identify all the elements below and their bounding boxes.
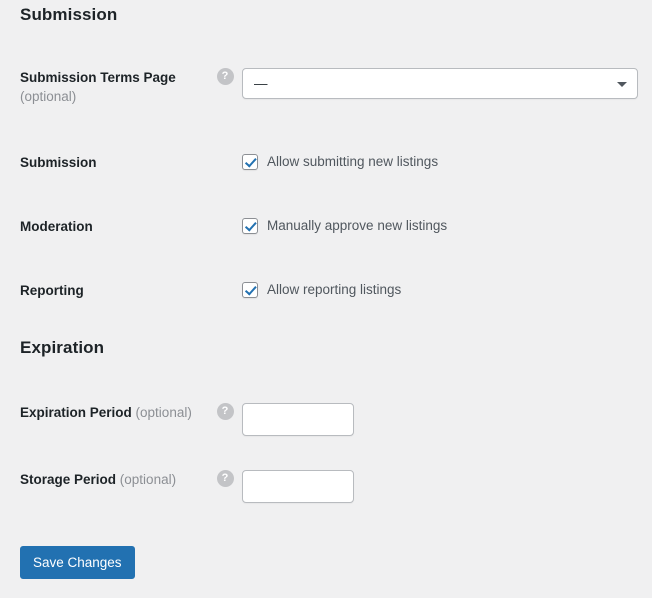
checkbox-line-reporting: Allow reporting listings (242, 281, 638, 298)
help-wrap-expiration-period: ? (208, 403, 242, 420)
label-expiration-period-text: Expiration Period (20, 405, 132, 420)
checkbox-allow-reporting[interactable] (242, 282, 258, 298)
label-reporting: Reporting (0, 281, 208, 300)
label-submission-terms-page-text: Submission Terms Page (20, 70, 176, 85)
help-icon[interactable]: ? (217, 470, 234, 487)
label-submission-terms-page-optional: (optional) (20, 87, 202, 106)
checkbox-line-submission: Allow submitting new listings (242, 153, 638, 170)
expiration-period-input[interactable] (242, 403, 354, 436)
label-storage-period-optional: (optional) (120, 472, 176, 487)
control-storage-period (242, 470, 652, 503)
submission-terms-page-select-value: — (254, 76, 268, 91)
control-submission-toggle: Allow submitting new listings (242, 153, 652, 170)
checkbox-allow-submitting[interactable] (242, 154, 258, 170)
help-icon[interactable]: ? (217, 403, 234, 420)
control-moderation-toggle: Manually approve new listings (242, 217, 652, 234)
section-heading-expiration: Expiration (20, 338, 104, 358)
checkbox-label-allow-reporting[interactable]: Allow reporting listings (267, 281, 401, 298)
control-submission-terms-page: — (242, 68, 652, 99)
label-storage-period-text: Storage Period (20, 472, 116, 487)
field-row-moderation: Moderation Manually approve new listings (0, 217, 652, 236)
help-wrap-submission-terms-page: ? (208, 68, 242, 85)
field-row-storage-period: Storage Period (optional) ? (0, 470, 652, 503)
settings-page: Submission Submission Terms Page (option… (0, 0, 652, 598)
field-row-submission: Submission Allow submitting new listings (0, 153, 652, 172)
section-heading-submission: Submission (20, 5, 117, 25)
control-expiration-period (242, 403, 652, 436)
label-expiration-period: Expiration Period (optional) (0, 403, 208, 422)
label-submission-terms-page: Submission Terms Page (optional) (0, 68, 208, 106)
checkbox-label-allow-submitting[interactable]: Allow submitting new listings (267, 153, 438, 170)
field-row-submission-terms-page: Submission Terms Page (optional) ? — (0, 68, 652, 106)
field-row-expiration-period: Expiration Period (optional) ? (0, 403, 652, 436)
label-expiration-period-optional: (optional) (136, 405, 192, 420)
label-submission: Submission (0, 153, 208, 172)
save-changes-button[interactable]: Save Changes (20, 546, 135, 579)
help-icon[interactable]: ? (217, 68, 234, 85)
checkbox-label-manually-approve[interactable]: Manually approve new listings (267, 217, 447, 234)
field-row-reporting: Reporting Allow reporting listings (0, 281, 652, 300)
label-storage-period: Storage Period (optional) (0, 470, 208, 489)
submission-terms-page-select[interactable]: — (242, 68, 638, 99)
chevron-down-icon (617, 82, 627, 87)
help-wrap-storage-period: ? (208, 470, 242, 487)
label-moderation: Moderation (0, 217, 208, 236)
storage-period-input[interactable] (242, 470, 354, 503)
checkbox-manually-approve[interactable] (242, 218, 258, 234)
checkbox-line-moderation: Manually approve new listings (242, 217, 638, 234)
control-reporting-toggle: Allow reporting listings (242, 281, 652, 298)
